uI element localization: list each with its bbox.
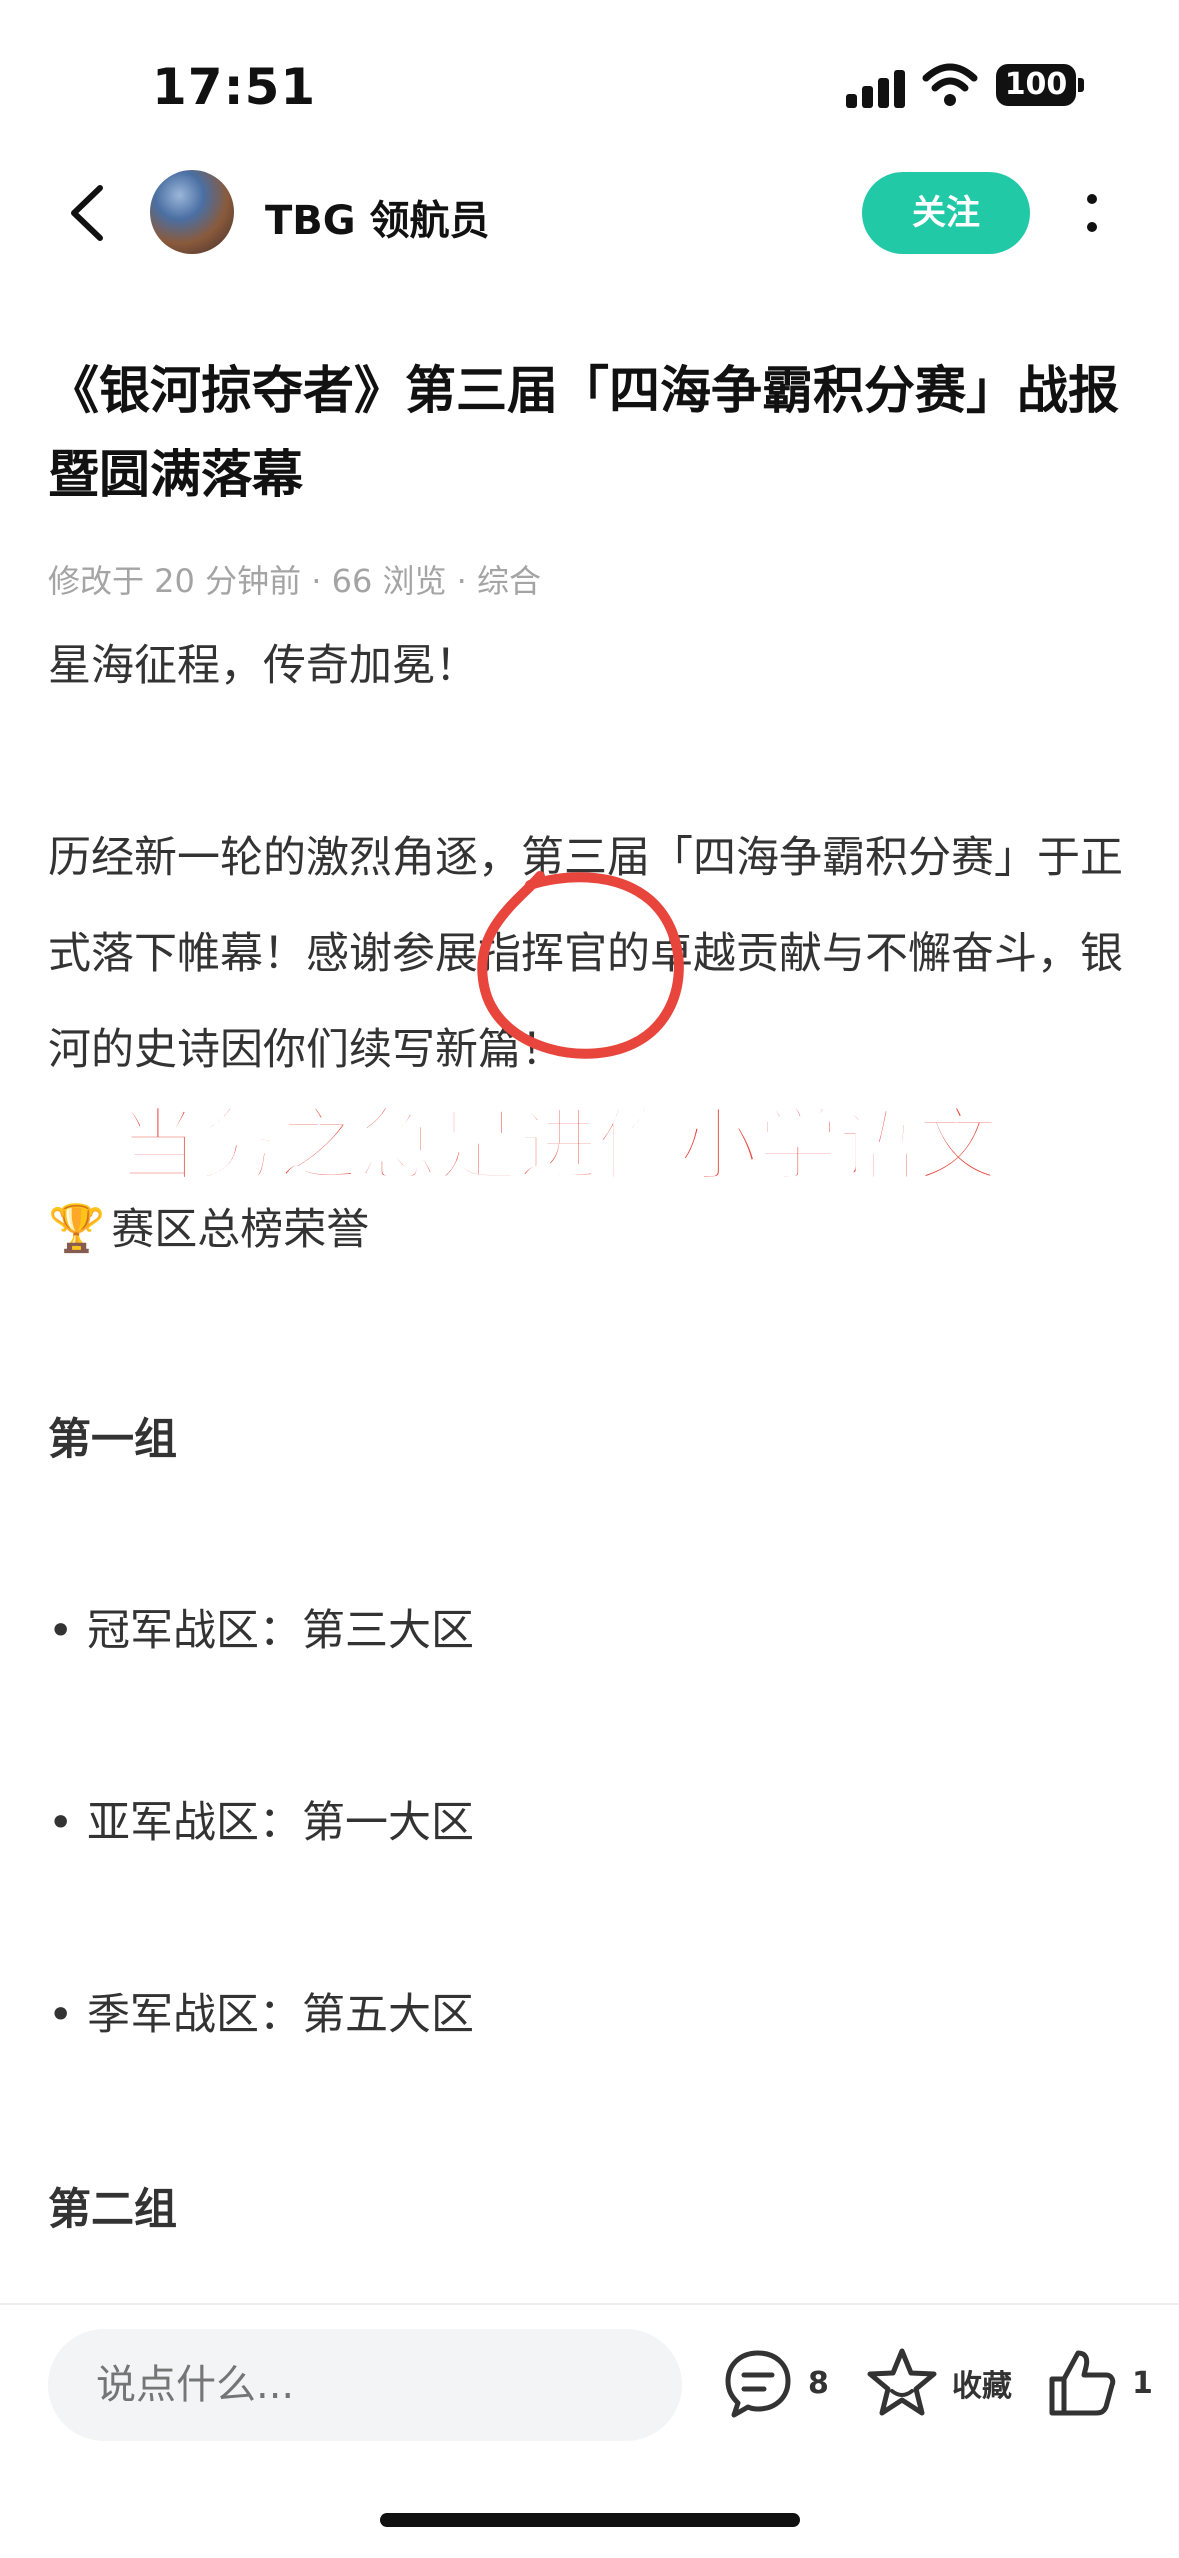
star-icon <box>867 2348 937 2416</box>
like-count: 1 <box>1132 2365 1153 2401</box>
article-paragraph: 历经新一轮的激烈角逐，第三届「四海争霸积分赛」于正式落下帷幕！感谢参展指挥官的卓… <box>48 833 1123 1075</box>
home-indicator[interactable] <box>380 2513 800 2527</box>
collect-button[interactable]: 收藏 <box>864 2343 1012 2423</box>
signal-icon <box>846 68 908 108</box>
article-paragraph: 星海征程，传奇加冕！ <box>48 641 478 691</box>
comments-button[interactable]: 8 <box>720 2343 829 2423</box>
article-meta: 修改于 20 分钟前 · 66 浏览 · 综合 <box>48 562 541 600</box>
like-button[interactable]: 1 <box>1044 2343 1153 2423</box>
comment-count: 8 <box>808 2365 829 2401</box>
honor-label: 赛区总榜荣誉 <box>111 1205 370 1255</box>
annotation-text: 当务之急是进修小学语文 <box>117 1098 1000 1193</box>
thumbs-up-icon <box>1049 2350 1116 2416</box>
trophy-icon: 🏆 <box>48 1201 106 1255</box>
author-name[interactable]: TBG 领航员 <box>265 188 490 246</box>
wifi-icon <box>922 63 978 106</box>
comment-input[interactable] <box>48 2329 682 2441</box>
list-item: • 亚军战区：第一大区 <box>48 1798 475 1848</box>
status-bar: 17:51 100 <box>0 0 1179 170</box>
follow-button[interactable]: 关注 <box>862 172 1030 254</box>
article-title: 《银河掠夺者》第三届「四海争霸积分赛」战报暨圆满落幕 <box>48 362 1120 505</box>
group-heading: 第一组 <box>48 1415 177 1465</box>
list-item: • 冠军战区：第三大区 <box>48 1606 475 1656</box>
battery-indicator: 100 <box>996 64 1076 106</box>
honor-heading: 🏆 赛区总榜荣誉 <box>48 1195 369 1257</box>
status-time: 17:51 <box>152 58 317 116</box>
comment-icon <box>725 2350 791 2418</box>
battery-nub <box>1078 78 1084 92</box>
group-heading: 第二组 <box>48 2185 177 2235</box>
collect-label: 收藏 <box>952 2369 1012 2404</box>
list-item: • 季军战区：第五大区 <box>48 1990 475 2040</box>
author-avatar[interactable] <box>150 170 234 254</box>
top-nav: TBG 领航员 关注 <box>0 160 1179 270</box>
more-options-icon[interactable] <box>1072 182 1112 244</box>
back-icon[interactable] <box>60 178 120 248</box>
